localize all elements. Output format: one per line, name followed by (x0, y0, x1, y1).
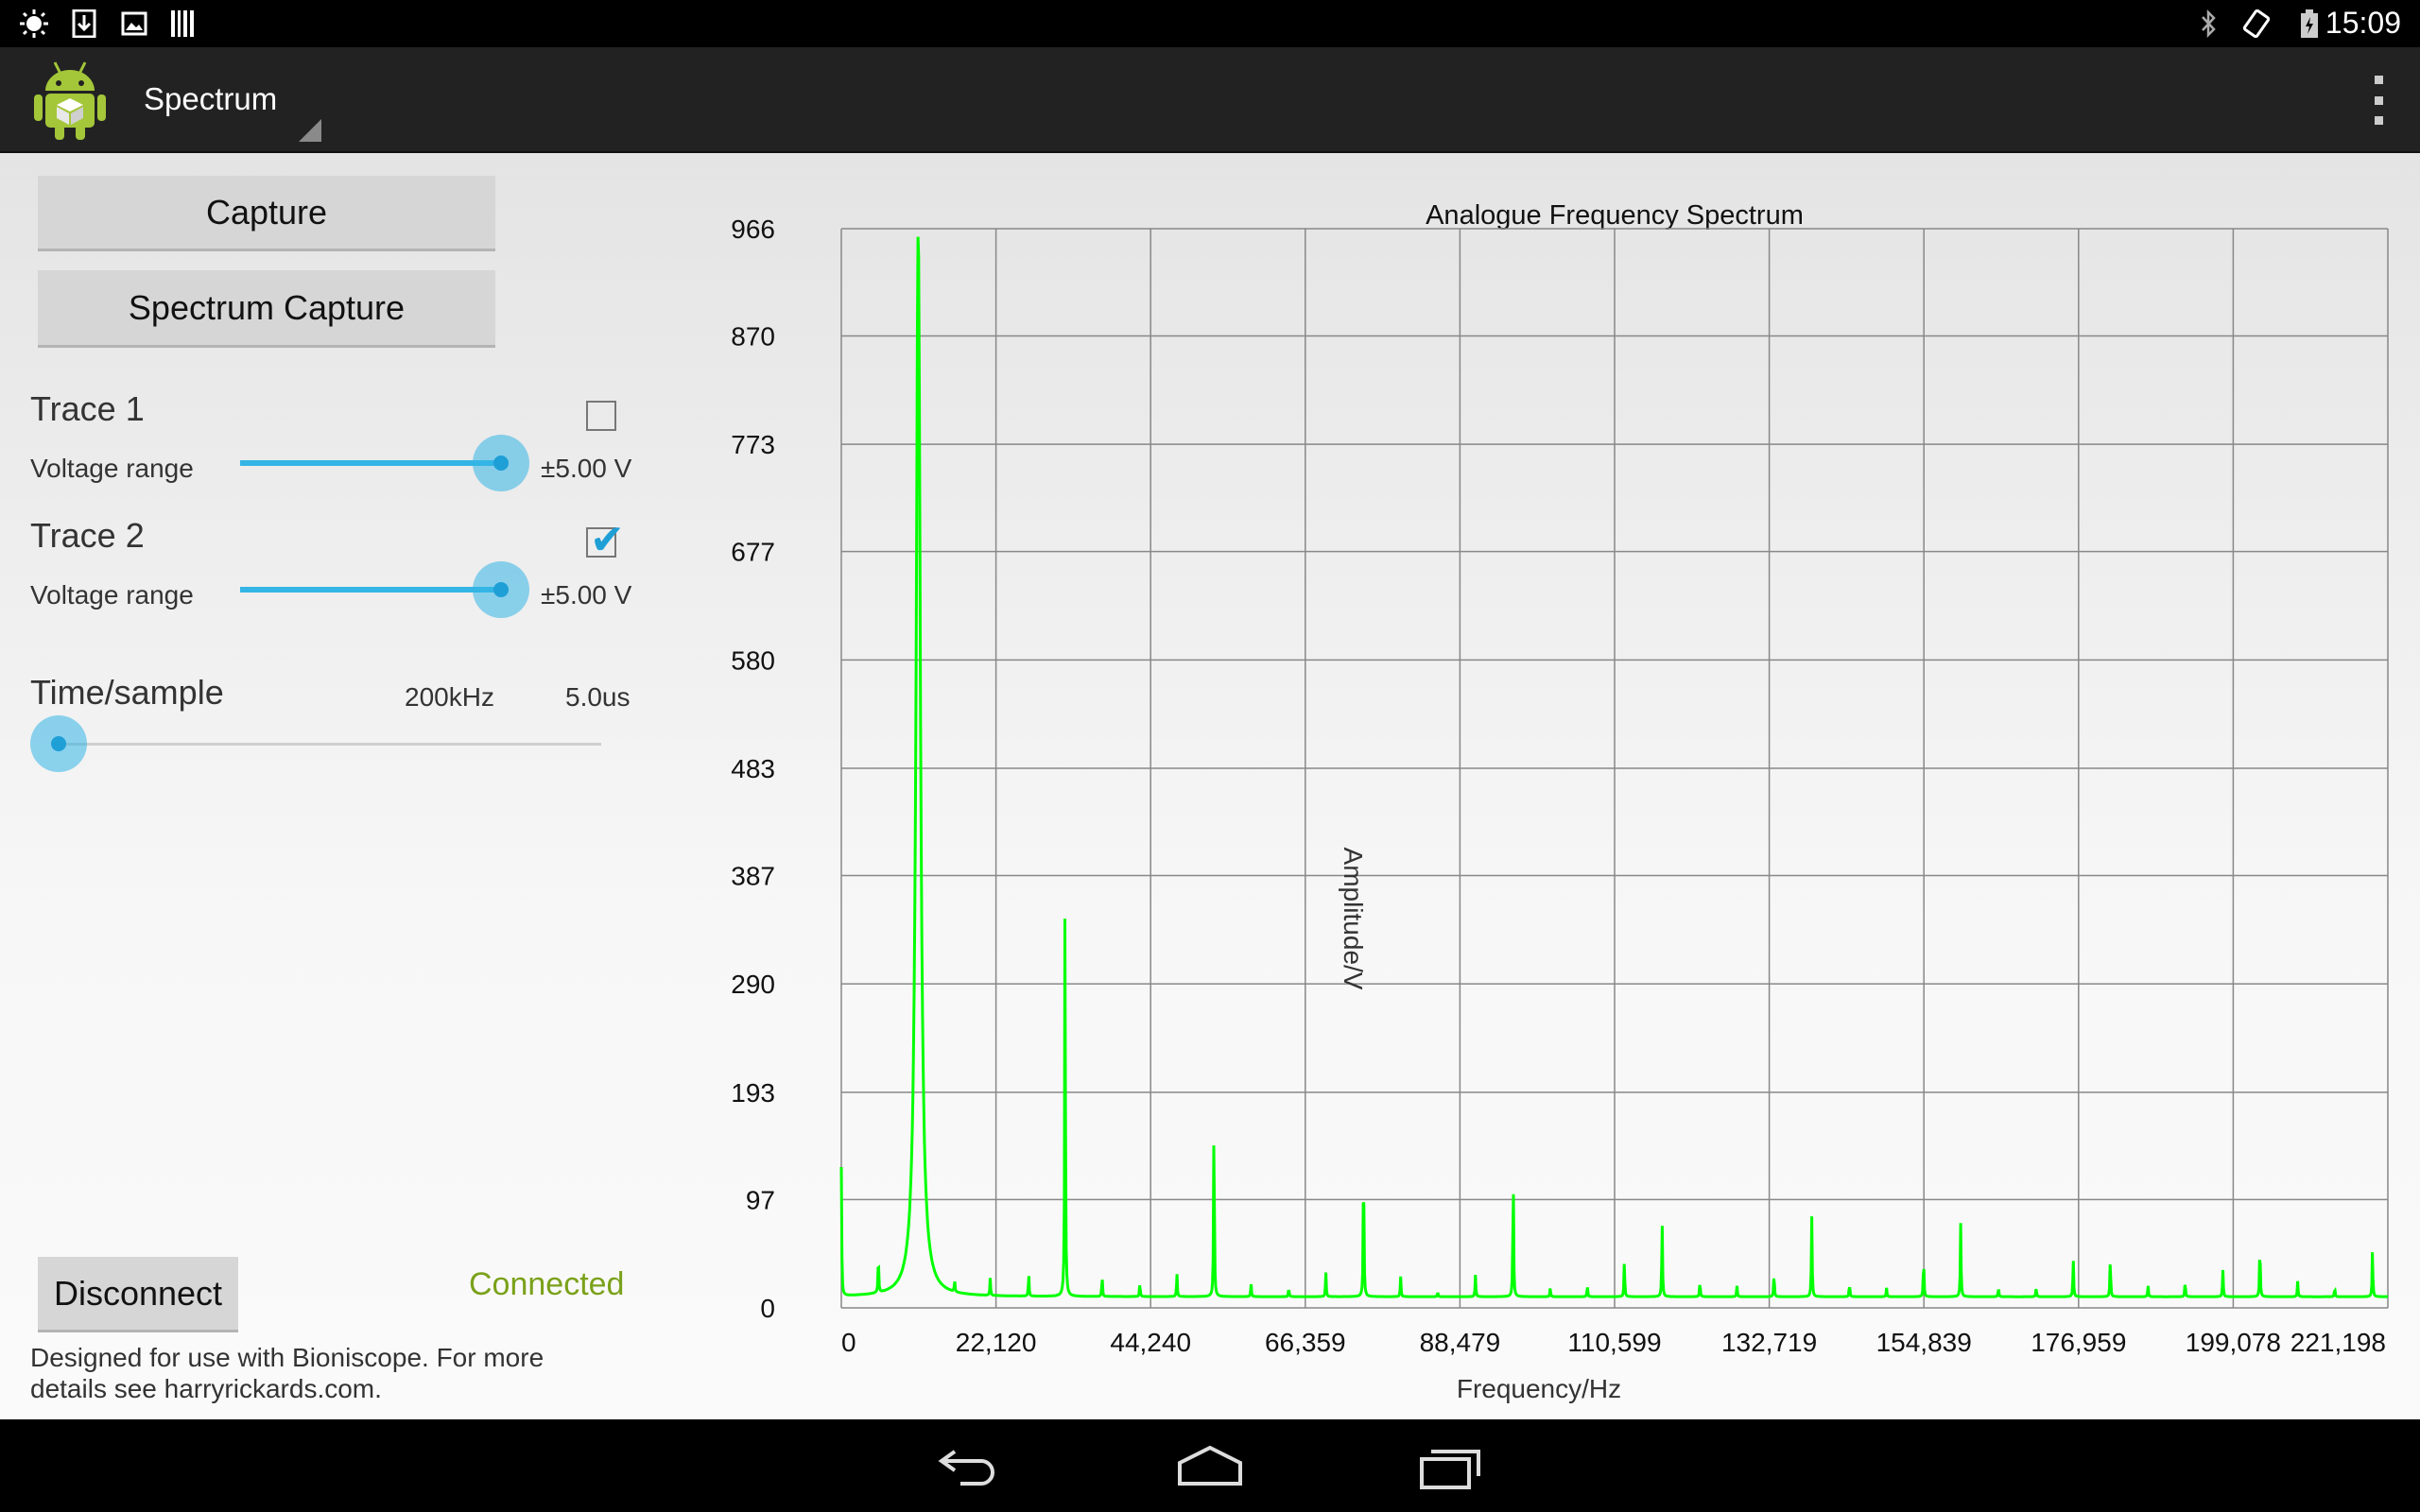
y-tick-label: 966 (731, 215, 775, 244)
trace2-voltage-value: ±5.00 V (541, 580, 632, 610)
connection-status: Connected (469, 1266, 625, 1302)
spectrum-capture-button[interactable]: Spectrum Capture (38, 270, 495, 348)
y-tick-label: 870 (731, 321, 775, 351)
y-tick-label: 97 (746, 1185, 775, 1214)
y-tick-label: 773 (731, 430, 775, 459)
image-icon (121, 9, 147, 38)
trace1-voltage-value: ±5.00 V (541, 454, 632, 483)
action-bar: Spectrum (0, 47, 2420, 153)
x-axis-ticks: 0 22,120 44,240 66,359 88,479 110,599 132,719 1… (841, 1328, 2386, 1357)
frequency-spectrum-chart: Analogue Frequency Spectrum 0 97 193 290 387… (731, 200, 2389, 1403)
trace2-checkbox[interactable]: ✔ (586, 520, 625, 561)
trace2-voltage-label: Voltage range (30, 580, 194, 610)
android-robot-icon[interactable] (32, 59, 108, 142)
back-icon[interactable] (936, 1440, 1002, 1496)
y-tick-label: 677 (731, 538, 775, 567)
status-bar: 15:09 (0, 0, 2420, 47)
y-tick-label: 193 (731, 1078, 775, 1108)
x-tick-label: 110,599 (1567, 1328, 1661, 1357)
time-sample-label: Time/sample (30, 673, 224, 712)
x-tick-label: 88,479 (1420, 1328, 1501, 1357)
y-tick-label: 483 (731, 754, 775, 783)
rotation-icon (2240, 9, 2273, 38)
download-icon (72, 9, 96, 38)
trace1-slider-thumb[interactable] (473, 435, 529, 491)
trace1-voltage-slider[interactable] (240, 460, 501, 466)
spectrum-spinner[interactable]: Spectrum (144, 81, 277, 117)
trace2-voltage-slider[interactable] (240, 587, 501, 593)
trace2-label: Trace 2 (30, 516, 145, 555)
y-tick-label: 580 (731, 645, 775, 675)
y-axis-ticks: 0 97 193 290 387 483 580 677 773 870 966 (731, 215, 775, 1323)
time-sample-slider[interactable] (59, 743, 601, 746)
x-tick-label: 66,359 (1265, 1328, 1346, 1357)
x-tick-label: 221,198 (2290, 1328, 2386, 1357)
y-tick-label: 387 (731, 861, 775, 890)
spinner-arrow-icon (299, 119, 321, 142)
trace1-label: Trace 1 (30, 389, 145, 428)
x-tick-label: 154,839 (1876, 1328, 1972, 1357)
checkmark-icon: ✔ (590, 517, 625, 563)
chart-title: Analogue Frequency Spectrum (1426, 200, 1804, 231)
disconnect-button[interactable]: Disconnect (38, 1257, 238, 1332)
y-tick-label: 0 (760, 1294, 775, 1323)
home-icon[interactable] (1176, 1440, 1244, 1496)
x-tick-label: 176,959 (2031, 1328, 2126, 1357)
x-tick-label: 199,078 (2186, 1328, 2281, 1357)
barcode-icon (170, 9, 195, 38)
trace1-voltage-label: Voltage range (30, 454, 194, 483)
trace1-checkbox[interactable] (586, 401, 616, 431)
x-axis-label: Frequency/Hz (1457, 1374, 1621, 1403)
trace2-slider-thumb[interactable] (473, 561, 529, 618)
y-tick-label: 290 (731, 970, 775, 999)
recent-apps-icon[interactable] (1418, 1440, 1484, 1496)
capture-button[interactable]: Capture (38, 176, 495, 251)
brightness-icon (17, 9, 53, 38)
x-tick-label: 0 (841, 1328, 856, 1357)
bluetooth-icon (2197, 9, 2220, 38)
y-axis-label: Amplitude/V (1339, 848, 1368, 990)
time-sample-slider-thumb[interactable] (30, 715, 87, 772)
navigation-bar (0, 1419, 2420, 1512)
chart-grid (840, 228, 2389, 1309)
x-tick-label: 44,240 (1110, 1328, 1191, 1357)
battery-icon (2299, 9, 2320, 38)
status-clock: 15:09 (2325, 6, 2401, 40)
x-tick-label: 132,719 (1721, 1328, 1817, 1357)
x-tick-label: 22,120 (956, 1328, 1037, 1357)
footer-text: Designed for use with Bioniscope. For mo… (30, 1343, 544, 1403)
main-content: Capture Spectrum Capture Trace 1 Voltage… (0, 153, 2420, 1419)
overflow-menu-icon[interactable] (2363, 76, 2394, 125)
sample-period-value: 5.0us (565, 682, 631, 712)
sample-rate-value: 200kHz (405, 682, 494, 712)
